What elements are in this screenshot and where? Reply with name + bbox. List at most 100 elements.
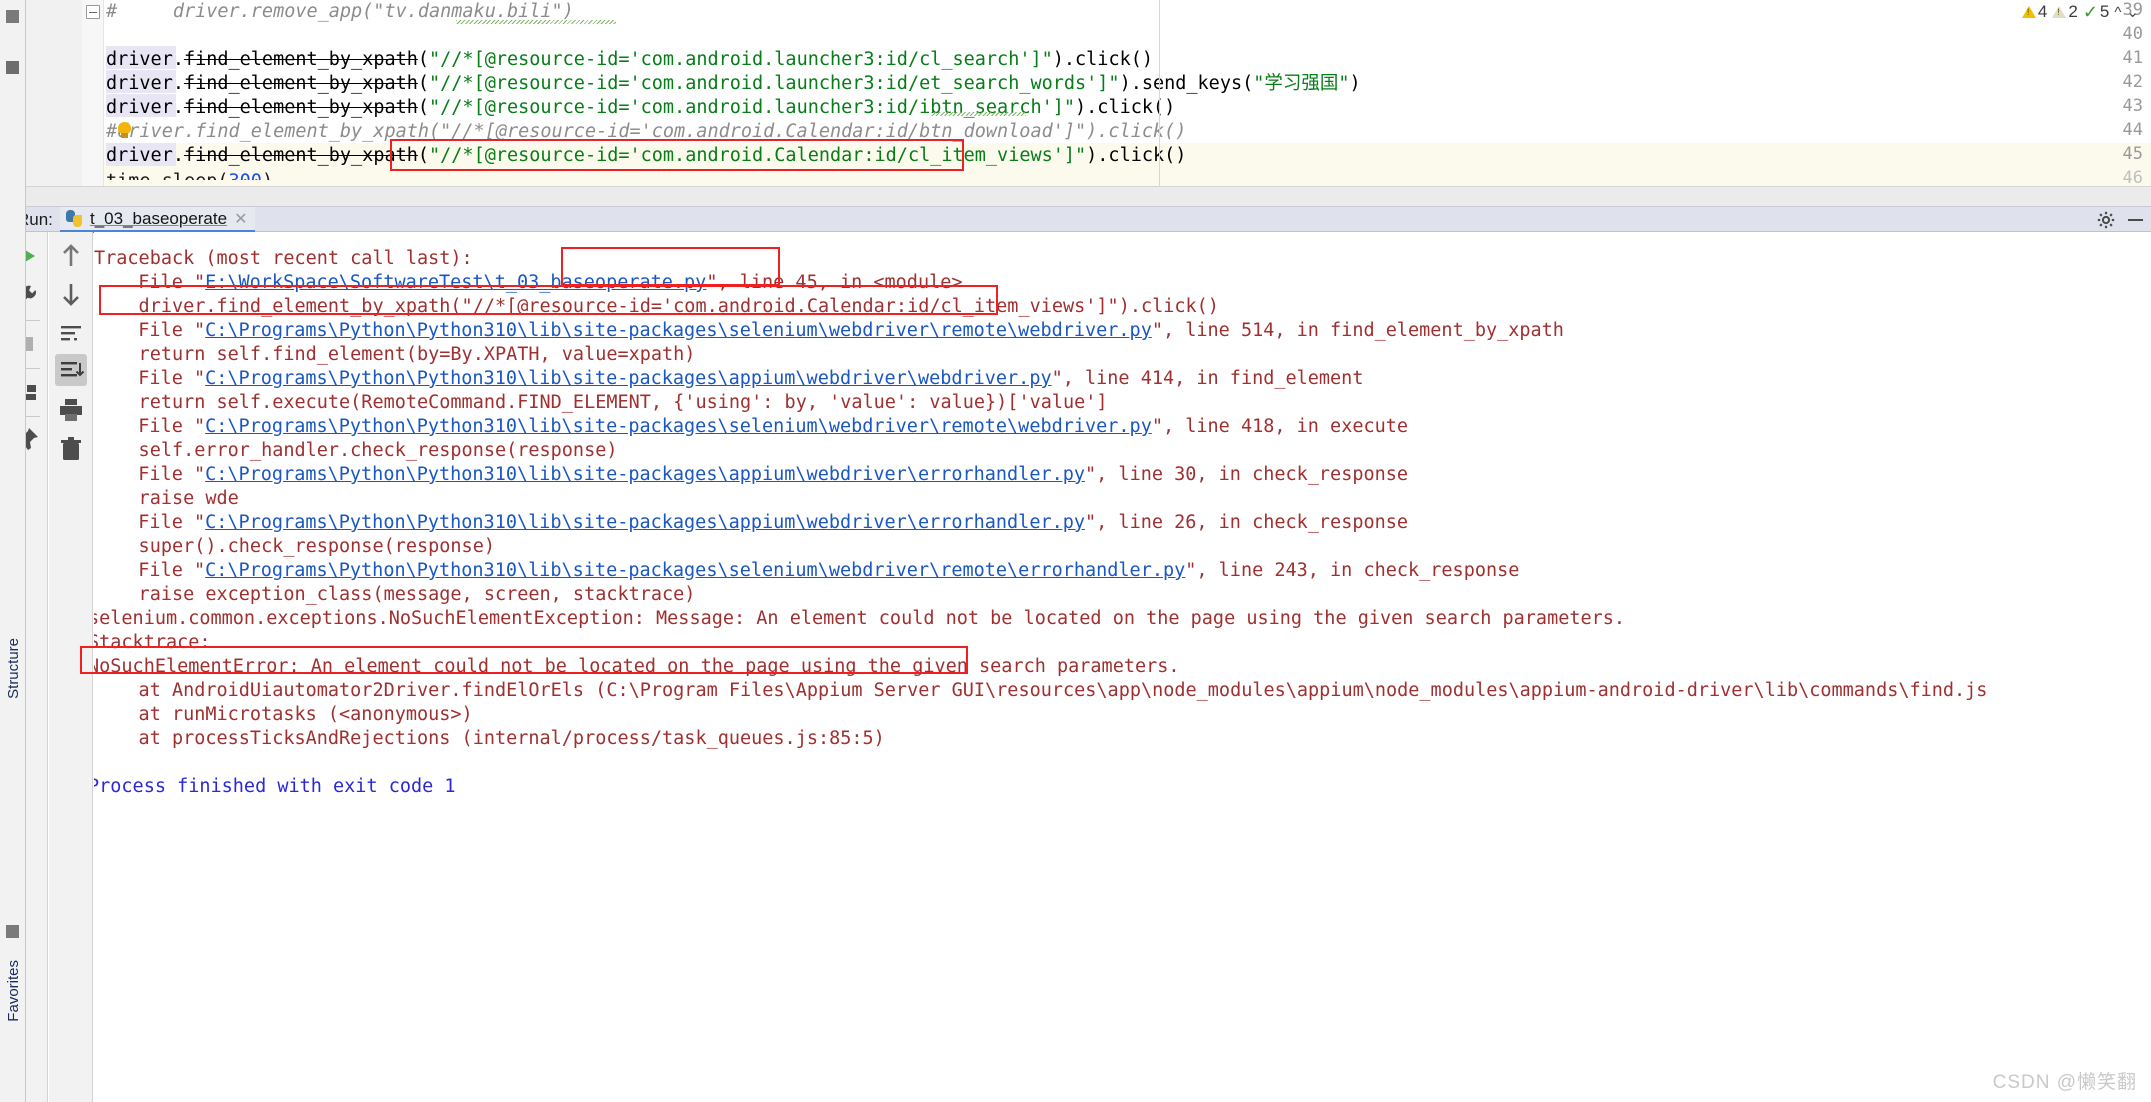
close-icon[interactable]: ✕ (234, 209, 247, 229)
python-file-icon (66, 210, 83, 227)
file-suffix: ", line 26, in check_response (1085, 512, 1409, 533)
file-prefix: File " (116, 512, 206, 533)
console-line-source-7: raise exception_class(message, screen, s… (94, 584, 696, 605)
scroll-to-end-button[interactable] (55, 354, 87, 386)
file-suffix: ", line 243, in check_response (1185, 560, 1520, 581)
console-line-exception: selenium.common.exceptions.NoSuchElement… (94, 608, 1626, 629)
file-prefix: File " (116, 272, 206, 293)
watermark: CSDN @懒笑翻 (1992, 1072, 2137, 1093)
tab-t-03-baseoperate[interactable]: t_03_baseoperate ✕ (60, 207, 256, 233)
file-prefix: File " (116, 416, 206, 437)
up-the-stack-trace-button[interactable] (55, 240, 87, 272)
file-suffix: ", line 414, in find_element (1051, 368, 1364, 389)
file-suffix: ", line 418, in execute (1151, 416, 1409, 437)
run-tool-window: Run: t_03_baseoperate ✕ Traceback (most … (0, 206, 2151, 1102)
file-link[interactable]: C:\Programs\Python\Python310\lib\site-pa… (205, 512, 1085, 533)
editor-bottom-spacer (26, 186, 2151, 206)
code-line-43: driver.find_element_by_xpath("//*[@resou… (106, 97, 1176, 118)
ide-window: Structure Favorites 39 40 41 42 43 44 45… (0, 0, 2151, 1102)
sidebar-item-structure[interactable]: Structure (5, 638, 31, 699)
file-prefix: File " (116, 464, 206, 485)
console-line-source-3: return self.execute(RemoteCommand.FIND_E… (94, 392, 1108, 413)
warning-count-item[interactable]: 4 (2021, 2, 2048, 22)
next-problem-icon[interactable]: ⌄ (2126, 3, 2139, 21)
code-fold-toggle-icon[interactable] (86, 5, 100, 19)
line-number: 44 (2122, 120, 2143, 140)
file-suffix: ", line 514, in find_element_by_xpath (1151, 320, 1564, 341)
console-line-source-5: raise wde (94, 488, 239, 509)
file-link[interactable]: E:\WorkSpace\SoftwareTest\t_03_baseopera… (205, 272, 706, 293)
editor-vertical-separator (1159, 0, 1160, 186)
warning-triangle-icon (2021, 6, 2036, 18)
sidebar-item-favorites[interactable]: Favorites (5, 960, 31, 1022)
console-output[interactable]: driver.find_element_by_xpath("//*[@resou… (94, 232, 2151, 1102)
file-prefix: File " (116, 560, 206, 581)
code-line-41: driver.find_element_by_xpath("//*[@resou… (106, 49, 1153, 70)
line-number: 40 (2122, 24, 2143, 44)
file-prefix: File " (116, 320, 206, 341)
file-suffix: ", line 45, in <module> (706, 272, 963, 293)
console-line-source-4: self.error_handler.check_response(respon… (94, 440, 618, 461)
intention-bulb-icon[interactable] (118, 122, 131, 139)
console-line-at-androiduiautomator2driver: at AndroidUiautomator2Driver.findElOrEls… (94, 680, 1988, 701)
editor-fold-gutter[interactable] (82, 0, 104, 196)
left-tool-strip: Structure Favorites (0, 0, 26, 1102)
console-line-source-2: return self.find_element(by=By.XPATH, va… (94, 344, 696, 365)
line-number: 42 (2122, 72, 2143, 92)
spellcheck-squiggle (456, 20, 616, 24)
line-number: 43 (2122, 96, 2143, 116)
file-suffix: ", line 30, in check_response (1085, 464, 1409, 485)
console-line-file-4: File "C:\Programs\Python\Python310\lib\s… (116, 415, 1408, 439)
console-line-file-1: File "E:\WorkSpace\SoftwareTest\t_03_bas… (116, 271, 963, 295)
console-line-file-5: File "C:\Programs\Python\Python310\lib\s… (116, 463, 1408, 487)
print-button[interactable] (55, 394, 87, 426)
strip-icon-third[interactable] (6, 925, 19, 938)
file-link[interactable]: C:\Programs\Python\Python310\lib\site-pa… (205, 416, 1152, 437)
warning-count: 4 (2037, 2, 2048, 21)
gear-icon[interactable] (2097, 211, 2115, 229)
console-line-source-1: driver.find_element_by_xpath("//*[@resou… (94, 296, 1219, 317)
console-line-stacktrace-label: Stacktrace: (94, 632, 211, 653)
run-tool-header: Run: t_03_baseoperate ✕ (0, 206, 2151, 233)
file-link[interactable]: C:\Programs\Python\Python310\lib\site-pa… (205, 320, 1152, 341)
console-line-traceback: Traceback (most recent call last): (94, 248, 473, 269)
line-number: 46 (2122, 168, 2143, 188)
weak-warning-triangle-icon (2052, 6, 2067, 18)
file-link[interactable]: C:\Programs\Python\Python310\lib\site-pa… (205, 560, 1185, 581)
console-line-file-7: File "C:\Programs\Python\Python310\lib\s… (116, 559, 1519, 583)
file-link[interactable]: C:\Programs\Python\Python310\lib\site-pa… (205, 464, 1085, 485)
code-line-45: driver.find_element_by_xpath("//*[@resou… (106, 145, 1187, 166)
file-link[interactable]: C:\Programs\Python\Python310\lib\site-pa… (205, 368, 1051, 389)
clear-all-button[interactable] (55, 434, 87, 466)
code-line-44: #driver.find_element_by_xpath("//*[@reso… (106, 121, 1187, 142)
ok-count: 5 (2099, 2, 2110, 21)
line-number: 45 (2122, 144, 2143, 164)
down-the-stack-trace-button[interactable] (55, 278, 87, 310)
console-line-file-6: File "C:\Programs\Python\Python310\lib\s… (116, 511, 1408, 535)
code-line-42: driver.find_element_by_xpath("//*[@resou… (106, 73, 1361, 94)
inspection-widget[interactable]: 4 2 ✓ 5 ^ ⌄ (2021, 2, 2139, 22)
minimize-icon[interactable] (2128, 219, 2143, 221)
strip-icon-top[interactable] (6, 10, 19, 23)
strip-icon-second[interactable] (6, 61, 19, 74)
editor-gutter[interactable] (26, 0, 82, 196)
soft-wrap-button[interactable] (55, 318, 87, 350)
console-line-at-runmicrotasks: at runMicrotasks (<anonymous>) (94, 704, 473, 725)
weak-warning-count-item[interactable]: 2 (2052, 2, 2078, 22)
check-icon: ✓ (2082, 2, 2098, 22)
file-prefix: File " (116, 368, 206, 389)
console-line-file-2: File "C:\Programs\Python\Python310\lib\s… (116, 319, 1564, 343)
run-toolbar-secondary (49, 232, 93, 1102)
console-line-at-processticks: at processTicksAndRejections (internal/p… (94, 728, 885, 749)
console-line-source-6: super().check_response(response) (94, 536, 495, 557)
weak-warning-count: 2 (2068, 2, 2078, 21)
console-line-process-finished: Process finished with exit code 1 (94, 776, 456, 797)
code-editor[interactable]: 39 40 41 42 43 44 45 46 # driver.remove_… (26, 0, 2151, 196)
console-line-nosuchelementerror: NoSuchElementError: An element could not… (94, 656, 1180, 677)
run-tab-label: t_03_baseoperate (90, 208, 228, 228)
ok-count-item[interactable]: ✓ 5 (2083, 2, 2110, 22)
previous-problem-icon[interactable]: ^ (2114, 4, 2121, 21)
line-number: 41 (2122, 48, 2143, 68)
console-line-file-3: File "C:\Programs\Python\Python310\lib\s… (116, 367, 1363, 391)
spellcheck-squiggle (931, 112, 1026, 116)
